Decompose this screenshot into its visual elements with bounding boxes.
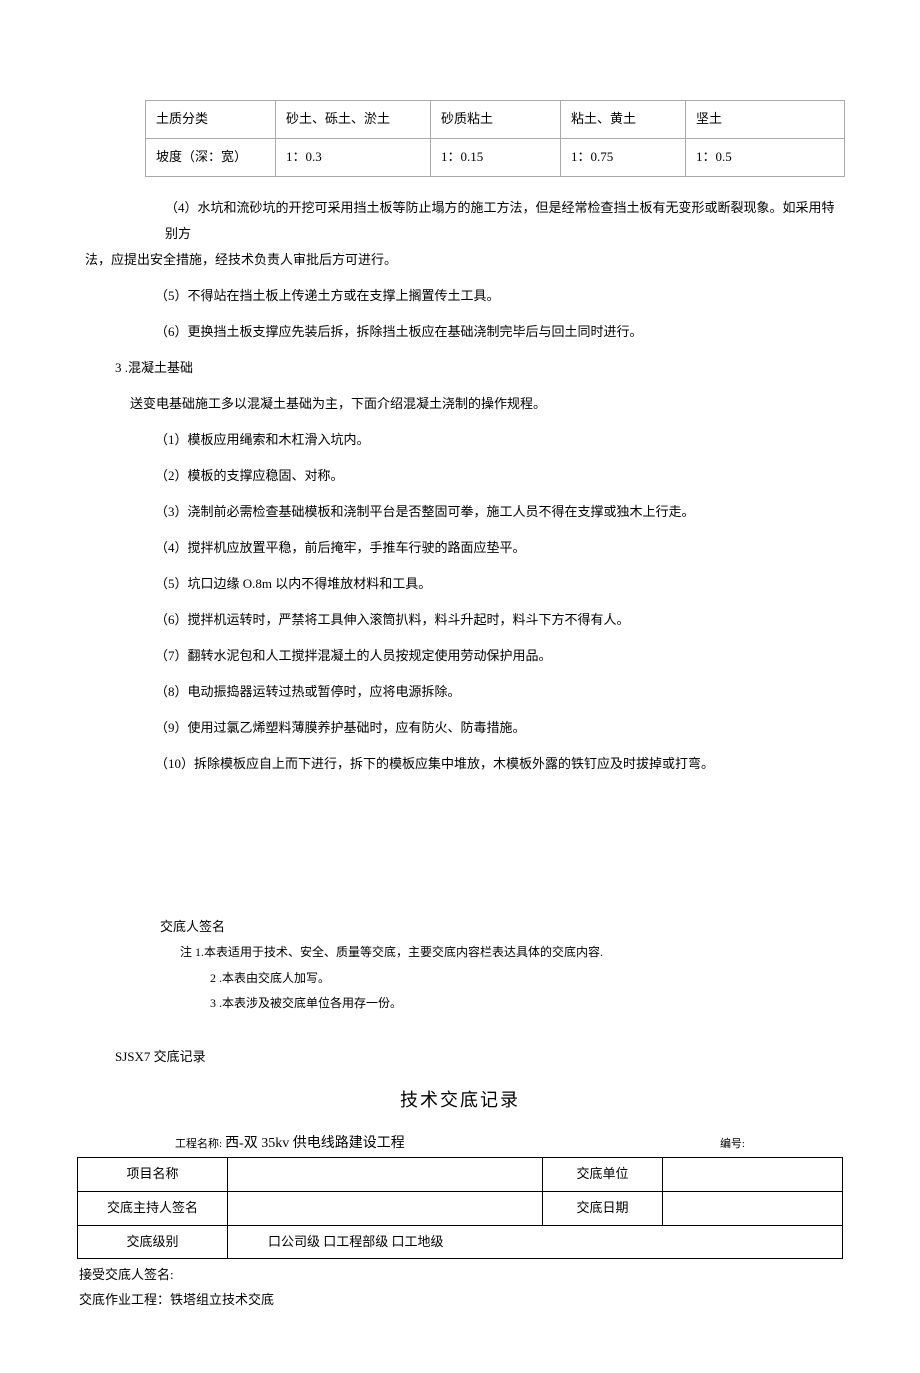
cell: 1：0.5 xyxy=(686,138,845,176)
paragraph: （10）拆除模板应自上而下进行，拆下的模板应集中堆放，木模板外露的铁钉应及时拔掉… xyxy=(75,751,845,777)
cell-value xyxy=(228,1157,543,1191)
table-row: 土质分类 砂土、砾土、淤土 砂质粘土 粘土、黄土 坚土 xyxy=(146,101,845,139)
paragraph: （6）更换挡土板支撑应先装后拆，拆除挡土板应在基础浇制完毕后与回土同时进行。 xyxy=(75,319,845,345)
table-row: 坡度（深：宽） 1：0.3 1：0.15 1：0.75 1：0.5 xyxy=(146,138,845,176)
paragraph: （3）浇制前必需检查基础模板和浇制平台是否整固可拳，施工人员不得在支撑或独木上行… xyxy=(75,499,845,525)
project-number-label: 编号: xyxy=(720,1136,745,1154)
paragraph: （7）翻转水泥包和人工搅拌混凝土的人员按规定使用劳动保护用品。 xyxy=(75,643,845,669)
cell-label: 交底单位 xyxy=(543,1157,663,1191)
cell: 1：0.3 xyxy=(276,138,431,176)
paragraph: （4）搅拌机应放置平稳，前后掩牢，手推车行驶的路面应垫平。 xyxy=(75,535,845,561)
project-name-label: 工程名称: xyxy=(175,1138,222,1150)
cell-label: 交底主持人签名 xyxy=(78,1191,228,1225)
cell: 1：0.75 xyxy=(561,138,686,176)
below-table-block: 接受交底人签名: 交底作业工程：铁塔组立技术交底 xyxy=(75,1263,845,1312)
paragraph: （5）不得站在挡土板上传递土方或在支撑上搁置传土工具。 xyxy=(75,283,845,309)
paragraph: （4）水坑和流砂坑的开挖可采用挡土板等防止塌方的施工方法，但是经常检查挡土板有无… xyxy=(75,195,845,247)
table-row: 项目名称 交底单位 xyxy=(78,1157,843,1191)
cell-label: 交底级别 xyxy=(78,1225,228,1259)
paragraph: （9）使用过氯乙烯塑料薄膜养护基础时，应有防火、防毒措施。 xyxy=(75,715,845,741)
cell: 1：0.15 xyxy=(431,138,561,176)
paragraph: （8）电动振捣器运转过热或暂停时，应将电源拆除。 xyxy=(75,679,845,705)
project-name: 西-双 35kv 供电线路建设工程 xyxy=(225,1136,405,1151)
note-item: 2 .本表由交底人加写。 xyxy=(180,969,845,988)
cell: 土质分类 xyxy=(146,101,276,139)
notes-block: 注 1.本表适用于技术、安全、质量等交底，主要交底内容栏表达具体的交底内容. 2… xyxy=(75,943,845,1013)
paragraph: （2）模板的支撑应稳固、对称。 xyxy=(75,463,845,489)
record-form-table: 项目名称 交底单位 交底主持人签名 交底日期 交底级别 口公司级 口工程部级 口… xyxy=(77,1157,843,1259)
project-line: 工程名称: 西-双 35kv 供电线路建设工程 编号: xyxy=(75,1133,845,1157)
cell: 粘土、黄土 xyxy=(561,101,686,139)
cell-label: 项目名称 xyxy=(78,1157,228,1191)
cell: 砂质粘土 xyxy=(431,101,561,139)
table-row: 交底级别 口公司级 口工程部级 口工地级 xyxy=(78,1225,843,1259)
cell: 坡度（深：宽） xyxy=(146,138,276,176)
paragraph: 法，应提出安全措施，经技术负责人审批后方可进行。 xyxy=(75,247,845,273)
page-title: 技术交底记录 xyxy=(75,1086,845,1115)
cell-value xyxy=(663,1191,843,1225)
cell: 砂土、砾土、淤土 xyxy=(276,101,431,139)
table-row: 交底主持人签名 交底日期 xyxy=(78,1191,843,1225)
note-item: 3 .本表涉及被交底单位各用存一份。 xyxy=(180,994,845,1013)
cell-value xyxy=(228,1191,543,1225)
paragraph: （5）坑口边缘 O.8m 以内不得堆放材料和工具。 xyxy=(75,571,845,597)
soil-classification-table: 土质分类 砂土、砾土、淤土 砂质粘土 粘土、黄土 坚土 坡度（深：宽） 1：0.… xyxy=(145,100,845,177)
paragraph: 送变电基础施工多以混凝土基础为主，下面介绍混凝土浇制的操作规程。 xyxy=(75,391,845,417)
cell-label: 交底日期 xyxy=(543,1191,663,1225)
section-heading: 3 .混凝土基础 xyxy=(75,355,845,381)
work-item-label: 交底作业工程：铁塔组立技术交底 xyxy=(79,1288,845,1313)
paragraph: （6）搅拌机运转时，严禁将工具伸入滚筒扒料，料斗升起时，料斗下方不得有人。 xyxy=(75,607,845,633)
receiver-signature-label: 接受交底人签名: xyxy=(79,1263,845,1288)
cell-checkboxes: 口公司级 口工程部级 口工地级 xyxy=(228,1225,843,1259)
paragraph: （1）模板应用绳索和木杠滑入坑内。 xyxy=(75,427,845,453)
cell: 坚土 xyxy=(686,101,845,139)
record-code: SJSX7 交底记录 xyxy=(75,1047,845,1068)
cell-value xyxy=(663,1157,843,1191)
note-item: 注 1.本表适用于技术、安全、质量等交底，主要交底内容栏表达具体的交底内容. xyxy=(180,943,845,962)
signature-label: 交底人签名 xyxy=(75,917,845,938)
